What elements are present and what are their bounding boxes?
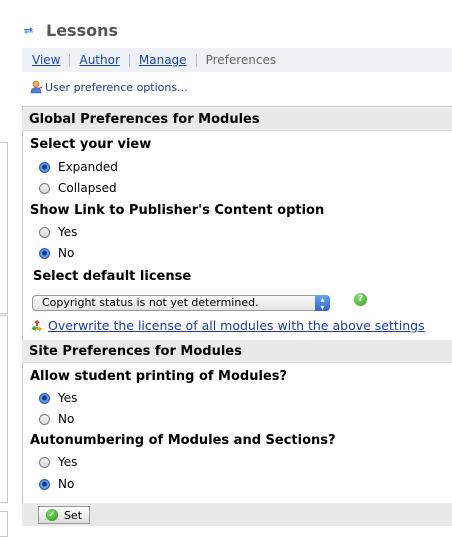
publisher-link-label: Show Link to Publisher's Content option xyxy=(30,203,325,218)
view-option-expanded[interactable]: Expanded xyxy=(39,160,118,174)
title-row: Lessons xyxy=(22,18,118,42)
option-label: No xyxy=(58,246,75,260)
page-title: Lessons xyxy=(46,20,118,40)
radio-button-checked[interactable] xyxy=(39,392,50,404)
radio-button-checked[interactable] xyxy=(39,247,50,259)
autonumber-option-yes[interactable]: Yes xyxy=(39,455,77,469)
checkmark-icon: ✓ xyxy=(45,509,58,521)
overwrite-license-link[interactable]: Overwrite the license of all modules wit… xyxy=(30,318,425,333)
nav-separator xyxy=(195,53,197,67)
site-preferences-heading: Site Preferences for Modules xyxy=(22,340,452,363)
publisher-option-no[interactable]: No xyxy=(39,246,74,260)
option-label: Expanded xyxy=(58,160,118,174)
radio-button[interactable] xyxy=(39,226,50,238)
left-frame-edge-bottom xyxy=(0,511,8,537)
help-icon[interactable]: ? xyxy=(354,293,367,306)
radio-button[interactable] xyxy=(39,182,50,194)
nav-separator xyxy=(69,53,71,67)
license-select-value: Copyright status is not yet determined. xyxy=(42,296,259,309)
left-frame-edge-top xyxy=(0,142,8,314)
set-button[interactable]: ✓ Set xyxy=(38,506,90,524)
user-preferences-link-text: User preference options... xyxy=(45,80,188,94)
nav-view-link[interactable]: View xyxy=(32,53,60,67)
printing-option-yes[interactable]: Yes xyxy=(39,391,77,405)
left-frame-edge-middle xyxy=(0,315,8,503)
option-label: Yes xyxy=(58,225,78,239)
view-label: Select your view xyxy=(30,137,152,152)
autonumber-option-no[interactable]: No xyxy=(39,477,74,491)
set-button-label: Set xyxy=(63,508,83,522)
license-select[interactable]: Copyright status is not yet determined. … xyxy=(32,295,330,312)
option-label: Collapsed xyxy=(58,181,117,195)
option-label: Yes xyxy=(58,455,78,469)
chevron-updown-icon: ▴ ▾ xyxy=(315,295,330,312)
overwrite-license-link-text: Overwrite the license of all modules wit… xyxy=(48,318,425,333)
nav-preferences-current: Preferences xyxy=(205,53,277,67)
printing-option-no[interactable]: No xyxy=(39,412,74,426)
option-label: No xyxy=(58,477,75,491)
option-label: No xyxy=(58,412,75,426)
nav-author-link[interactable]: Author xyxy=(79,53,119,67)
user-preferences-link[interactable]: User preference options... xyxy=(30,80,188,94)
lessons-panel: Lessons View Author Manage Preferences U… xyxy=(22,0,452,535)
radio-button[interactable] xyxy=(39,413,50,425)
printing-label: Allow student printing of Modules? xyxy=(30,369,288,384)
radio-button-checked[interactable] xyxy=(39,161,50,173)
radio-button[interactable] xyxy=(39,456,50,468)
refresh-arrows-icon[interactable] xyxy=(22,24,35,37)
radio-button-checked[interactable] xyxy=(39,478,50,490)
publisher-option-yes[interactable]: Yes xyxy=(39,225,77,239)
nav-manage-link[interactable]: Manage xyxy=(139,53,187,67)
toolbar-nav: View Author Manage Preferences xyxy=(22,48,452,72)
global-preferences-heading: Global Preferences for Modules xyxy=(22,108,452,131)
recycle-arrows-icon xyxy=(31,319,43,331)
nav-separator xyxy=(128,53,130,67)
license-label: Select default license xyxy=(33,269,192,284)
autonumber-label: Autonumbering of Modules and Sections? xyxy=(30,433,336,448)
option-label: Yes xyxy=(58,391,78,405)
view-option-collapsed[interactable]: Collapsed xyxy=(39,181,117,195)
user-icon xyxy=(30,80,42,94)
